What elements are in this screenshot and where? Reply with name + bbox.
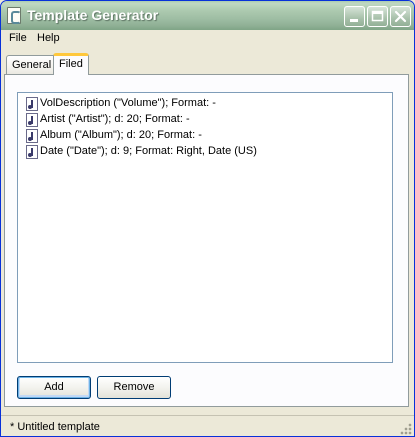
tab-strip: General Filed (1, 53, 414, 75)
maximize-button[interactable] (367, 6, 388, 27)
menu-file[interactable]: File (7, 32, 29, 44)
music-file-icon (26, 113, 38, 127)
menu-help[interactable]: Help (35, 32, 62, 44)
tab-panel-filed: VolDescription ("Volume"); Format: - Art… (4, 74, 409, 407)
app-window: Template Generator File Help General Fil… (0, 0, 415, 437)
music-file-icon (26, 97, 38, 111)
title-bar[interactable]: Template Generator (1, 1, 414, 30)
remove-button[interactable]: Remove (97, 376, 171, 399)
app-icon (7, 7, 21, 24)
resize-grip-icon[interactable] (400, 423, 412, 435)
music-file-icon (26, 129, 38, 143)
minimize-icon (350, 19, 358, 22)
minimize-button[interactable] (344, 6, 365, 27)
window-title: Template Generator (27, 7, 159, 23)
fields-list[interactable]: VolDescription ("Volume"); Format: - Art… (17, 92, 393, 363)
tab-general[interactable]: General (6, 55, 58, 75)
status-text: * Untitled template (10, 421, 100, 433)
close-button[interactable] (390, 6, 411, 27)
list-item-label: Artist ("Artist"); d: 20; Format: - (40, 113, 190, 125)
add-button[interactable]: Add (17, 376, 91, 399)
music-file-icon (26, 145, 38, 159)
maximize-icon (371, 10, 384, 22)
close-icon (394, 10, 407, 23)
list-item-label: Date ("Date"); d: 9; Format: Right, Date… (40, 145, 257, 157)
tab-filed[interactable]: Filed (53, 53, 89, 75)
menu-bar: File Help (1, 30, 414, 49)
list-item-label: Album ("Album"); d: 20; Format: - (40, 129, 202, 141)
list-item-label: VolDescription ("Volume"); Format: - (40, 97, 216, 109)
status-bar: * Untitled template (1, 415, 414, 436)
